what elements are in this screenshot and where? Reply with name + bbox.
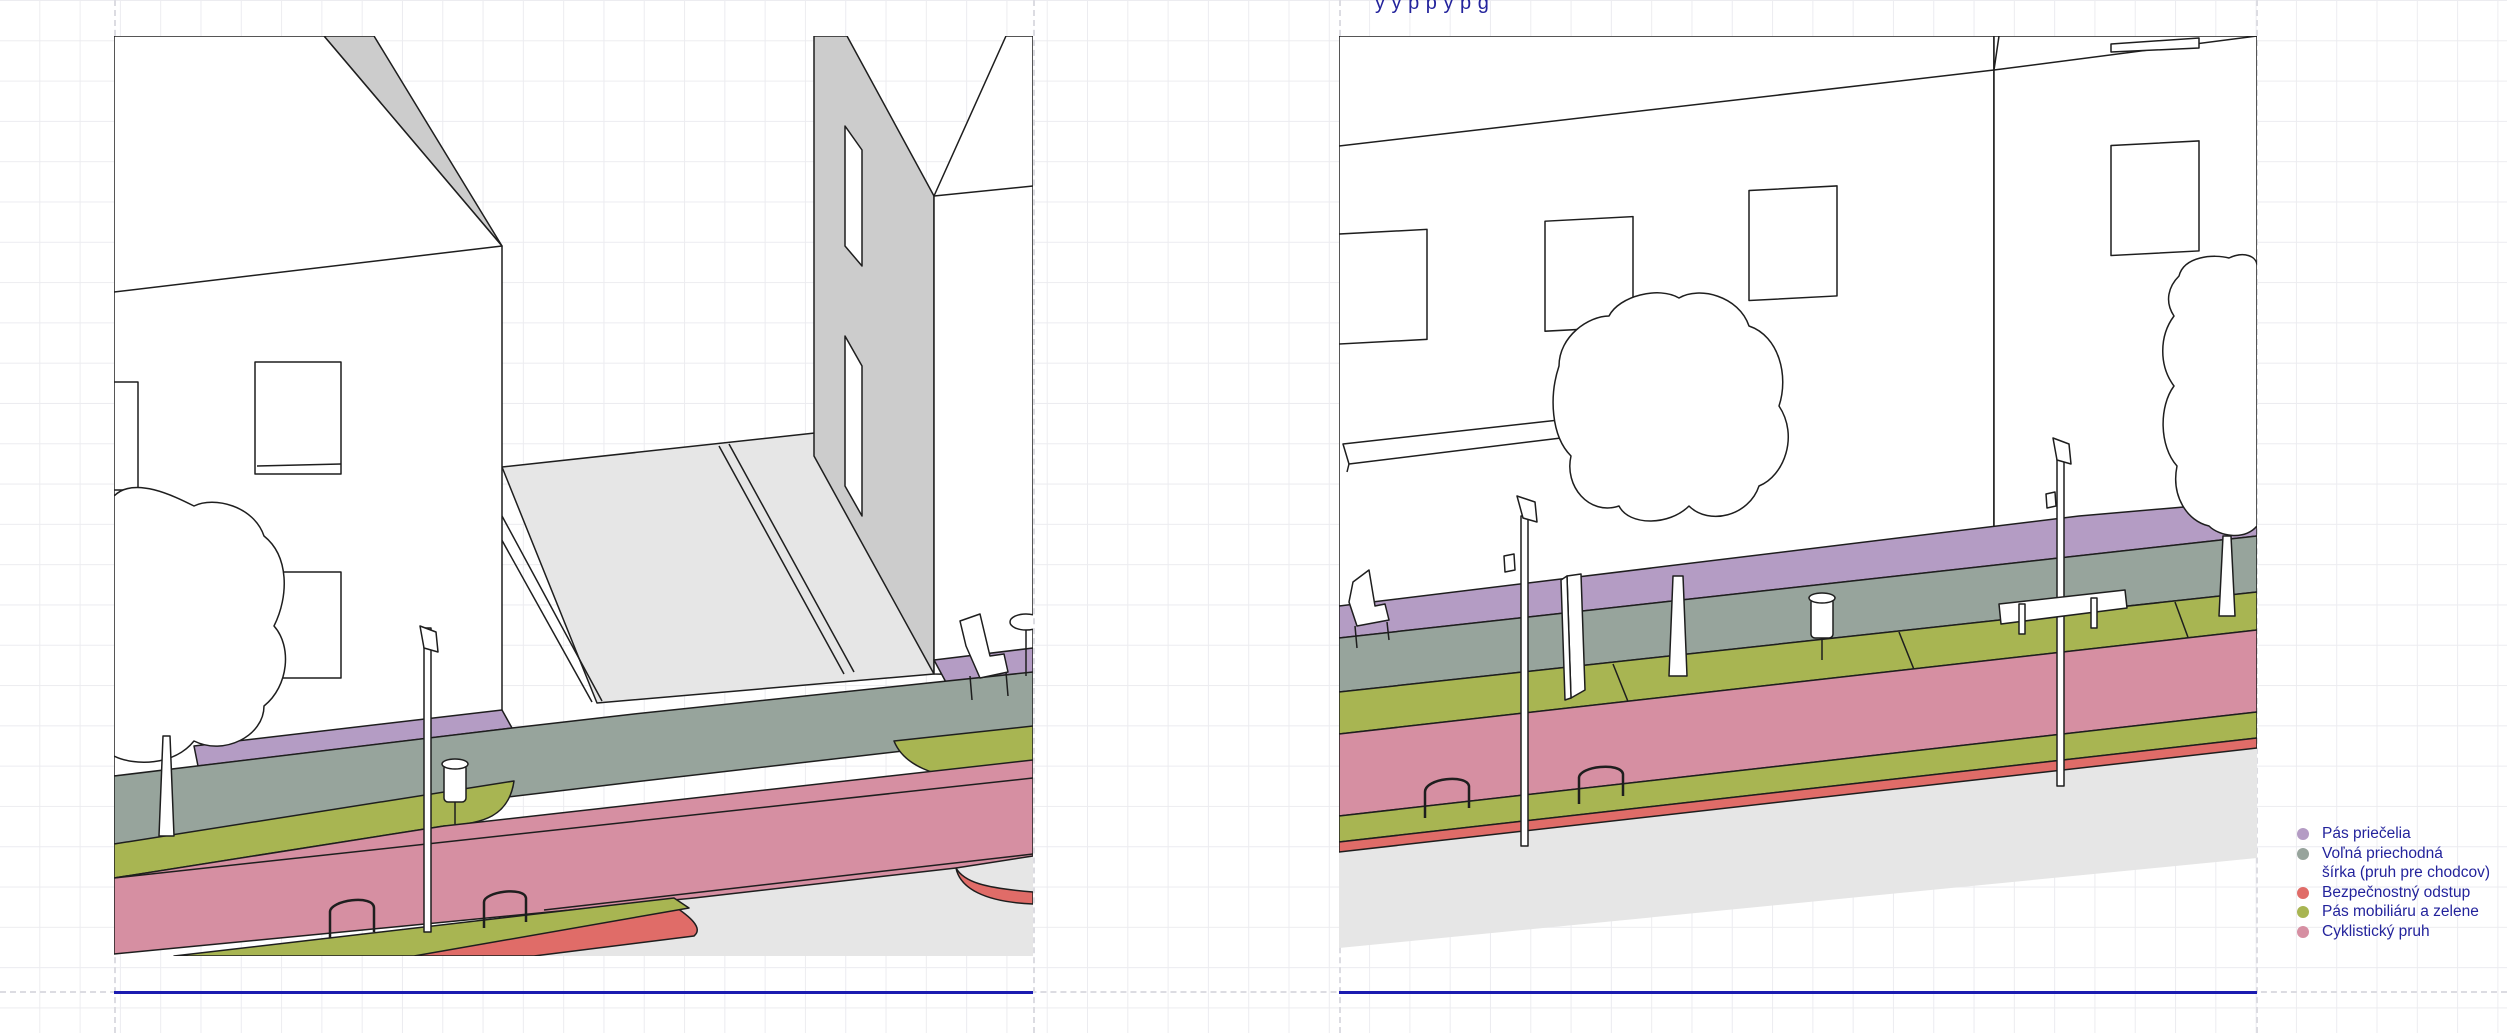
legend: Pás priečelia Voľná priechodná šírka (pr… <box>2296 824 2490 941</box>
top-caption: y y p p y p g <box>1375 0 1490 14</box>
legend-dot-icon <box>2297 847 2309 860</box>
window <box>1748 185 1838 302</box>
building-right <box>933 36 1033 677</box>
legend-item-walkway: Voľná priechodná šírka (pruh pre chodcov… <box>2296 844 2490 883</box>
legend-item-furniture-strip: Pás mobiliáru a zelene <box>2296 902 2490 922</box>
street-illustration-left <box>114 36 1033 956</box>
legend-label: Voľná priechodná <box>2322 844 2443 862</box>
legend-label: Pás mobiliáru a zelene <box>2322 903 2479 920</box>
legend-item-cycle-lane: Cyklistický pruh <box>2296 922 2490 942</box>
street-illustration-right <box>1339 36 2257 956</box>
legend-label: Pás priečelia <box>2322 825 2411 842</box>
legend-label: šírka (pruh pre chodcov) <box>2322 864 2490 881</box>
guide-line <box>1033 0 1035 1033</box>
info-totem <box>1560 573 1586 701</box>
legend-dot-icon <box>2297 828 2309 840</box>
window <box>2110 140 2200 257</box>
window <box>114 381 139 491</box>
legend-dot-icon <box>2297 906 2309 918</box>
legend-dot-icon <box>2297 886 2309 899</box>
window <box>1339 228 1428 345</box>
window <box>844 335 863 517</box>
legend-item-facade-strip: Pás priečelia <box>2296 824 2490 844</box>
legend-dot-icon <box>2297 925 2309 938</box>
legend-label: Cyklistický pruh <box>2322 922 2430 940</box>
window <box>844 125 863 267</box>
window <box>254 361 342 475</box>
panel-baseline <box>114 991 1033 994</box>
legend-label: Bezpečnostný odstup <box>2322 883 2471 901</box>
panel-baseline <box>1339 991 2257 994</box>
legend-item-safety-buffer: Bezpečnostný odstup <box>2296 883 2490 903</box>
